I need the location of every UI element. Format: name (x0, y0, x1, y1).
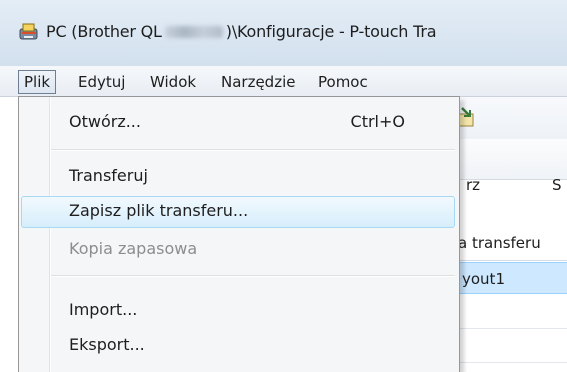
menu-edytuj[interactable]: Edytuj (72, 71, 131, 93)
menu-item-eksport[interactable]: Eksport... (19, 330, 457, 362)
menu-item-zapisz-plik-transferu[interactable]: Zapisz plik transferu... (19, 196, 457, 228)
window-title-suffix: )\Konfiguracje - P-touch Tra (225, 22, 437, 41)
redacted-model-blur (164, 26, 223, 38)
menu-separator (51, 149, 455, 151)
menu-widok[interactable]: Widok (144, 71, 202, 93)
window-title-prefix: PC (Brother QL (46, 22, 162, 41)
toolbar-label-partial[interactable]: rz (466, 176, 480, 194)
file-menu-dropdown: Otwórz... Ctrl+O Transferuj Zapisz plik … (18, 96, 460, 372)
menu-item-label: Import... (69, 300, 138, 319)
title-bar: PC (Brother QL )\Konfiguracje - P-touch T… (0, 0, 567, 66)
menu-item-kopia-zapasowa: Kopia zapasowa (19, 234, 457, 266)
menu-separator (51, 275, 455, 277)
menu-plik[interactable]: Plik (18, 70, 57, 94)
menu-item-shortcut: Ctrl+O (350, 112, 405, 131)
toolbar-label2-partial[interactable]: S (552, 176, 562, 194)
p-touch-app-icon (19, 23, 38, 40)
selected-row-text: yout1 (462, 270, 505, 288)
menu-pomoc[interactable]: Pomoc (312, 71, 374, 93)
menu-item-transferuj[interactable]: Transferuj (19, 161, 457, 193)
menu-item-label: Kopia zapasowa (69, 239, 198, 258)
menu-narzedzie[interactable]: Narzędzie (215, 71, 301, 93)
menu-item-otworz[interactable]: Otwórz... Ctrl+O (19, 107, 457, 139)
menu-item-label: Zapisz plik transferu... (69, 201, 249, 220)
menu-item-import[interactable]: Import... (19, 295, 457, 327)
menu-item-label: Otwórz... (69, 112, 141, 131)
menu-bar: Plik Edytuj Widok Narzędzie Pomoc (0, 66, 567, 97)
menu-item-label: Eksport... (69, 335, 145, 354)
window-title: PC (Brother QL )\Konfiguracje - P-touch T… (46, 22, 437, 41)
menu-item-label: Transferuj (69, 166, 148, 185)
column-header-text: a transferu (458, 234, 541, 252)
